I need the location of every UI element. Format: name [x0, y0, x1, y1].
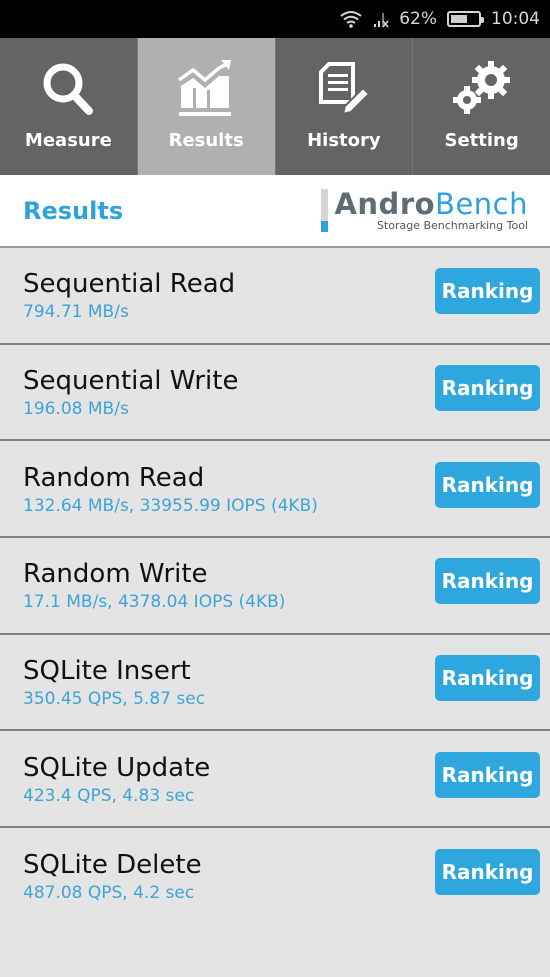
- result-value: 132.64 MB/s, 33955.99 IOPS (4KB): [23, 495, 318, 516]
- signal-icon: [373, 10, 389, 28]
- result-row-random-read: Random Read 132.64 MB/s, 33955.99 IOPS (4…: [0, 441, 550, 539]
- tab-label: Results: [168, 130, 244, 151]
- results-list: Sequential Read 794.71 MB/s Ranking Seque…: [0, 248, 550, 925]
- tab-label: Setting: [444, 130, 519, 151]
- search-icon: [43, 63, 94, 115]
- page-header: Results AndroBench Storage Benchmarking …: [0, 175, 550, 248]
- result-name: Sequential Write: [23, 366, 239, 397]
- wifi-icon: [339, 10, 363, 28]
- androbench-logo: AndroBench Storage Benchmarking Tool: [321, 189, 528, 232]
- result-value: 794.71 MB/s: [23, 302, 129, 323]
- logo-subtitle: Storage Benchmarking Tool: [376, 219, 528, 232]
- result-name: SQLite Delete: [23, 850, 202, 881]
- tab-label: History: [307, 130, 381, 151]
- tab-label: Measure: [24, 130, 112, 151]
- result-row-sqlite-delete: SQLite Delete 487.08 QPS, 4.2 sec Ranking: [0, 828, 550, 925]
- clock: 10:04: [491, 9, 540, 29]
- tab-setting[interactable]: Setting: [413, 38, 550, 175]
- result-value: 350.45 QPS, 5.87 sec: [23, 689, 206, 710]
- logo-name-andro: Andro: [334, 187, 436, 221]
- result-value: 17.1 MB/s, 4378.04 IOPS (4KB): [23, 592, 286, 613]
- logo-name-bench: Bench: [435, 187, 528, 221]
- gears-icon: [452, 61, 510, 114]
- tab-history[interactable]: History: [276, 38, 414, 175]
- ranking-button[interactable]: Ranking: [435, 558, 540, 605]
- result-row-sequential-write: Sequential Write 196.08 MB/s Ranking: [0, 345, 550, 442]
- result-value: 196.08 MB/s: [23, 399, 129, 420]
- logo-bar: [321, 189, 329, 232]
- result-value: 487.08 QPS, 4.2 sec: [23, 883, 195, 904]
- result-row-random-write: Random Write 17.1 MB/s, 4378.04 IOPS (4KB…: [0, 538, 550, 635]
- ranking-button[interactable]: Ranking: [435, 655, 540, 702]
- result-row-sqlite-update: SQLite Update 423.4 QPS, 4.83 sec Ranking: [0, 731, 550, 829]
- result-name: SQLite Update: [23, 752, 211, 783]
- document-edit-icon: [318, 62, 371, 116]
- tab-bar: Measure Results History Setting: [0, 38, 550, 175]
- result-value: 423.4 QPS, 4.83 sec: [23, 785, 195, 806]
- battery-percent: 62%: [399, 9, 437, 29]
- page-title: Results: [23, 196, 124, 225]
- result-row-sqlite-insert: SQLite Insert 350.45 QPS, 5.87 sec Rankin…: [0, 635, 550, 732]
- result-name: Sequential Read: [23, 269, 236, 300]
- tab-results[interactable]: Results: [137, 38, 276, 175]
- chart-icon: [178, 60, 232, 116]
- status-bar: 62% 10:04: [0, 0, 550, 38]
- ranking-button[interactable]: Ranking: [435, 849, 540, 896]
- result-name: SQLite Insert: [23, 656, 191, 687]
- battery-icon: [447, 11, 484, 27]
- tab-measure[interactable]: Measure: [0, 38, 138, 175]
- result-name: Random Read: [23, 462, 205, 493]
- ranking-button[interactable]: Ranking: [435, 461, 540, 508]
- ranking-button[interactable]: Ranking: [435, 751, 540, 798]
- result-row-sequential-read: Sequential Read 794.71 MB/s Ranking: [0, 248, 550, 345]
- ranking-button[interactable]: Ranking: [435, 268, 540, 315]
- result-name: Random Write: [23, 559, 208, 590]
- ranking-button[interactable]: Ranking: [435, 365, 540, 412]
